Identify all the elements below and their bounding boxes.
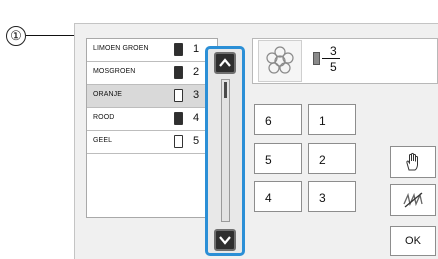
thread-color-list: LIMOEN GROEN 1 MOSGROEN 2 ORANJE 3 ROOD … — [86, 38, 218, 218]
total-colors-number: 5 — [330, 60, 337, 74]
thread-row[interactable]: LIMOEN GROEN 1 — [87, 39, 217, 62]
thread-color-name: ROOD — [93, 114, 115, 121]
hand-scroll-button[interactable] — [390, 146, 436, 178]
chevron-down-icon — [219, 236, 231, 245]
scrollbar-track[interactable] — [221, 79, 230, 222]
fraction-bar — [330, 58, 340, 59]
thread-row[interactable]: GEEL 5 — [87, 131, 217, 154]
thread-order-number: 4 — [193, 112, 200, 124]
thread-color-name: GEEL — [93, 137, 113, 144]
scrollbar-thumb[interactable] — [224, 82, 227, 98]
thread-row[interactable]: ROOD 4 — [87, 108, 217, 131]
order-button[interactable]: 3 — [308, 181, 356, 212]
chevron-up-icon — [219, 58, 231, 67]
current-color-number: 3 — [330, 44, 337, 58]
thread-row-selected[interactable]: ORANJE 3 — [87, 85, 217, 108]
hand-icon — [406, 152, 418, 171]
callout-number: ① — [6, 26, 26, 46]
thread-order-number: 1 — [193, 43, 200, 55]
thread-order-number: 2 — [193, 66, 200, 78]
order-button[interactable]: 1 — [308, 104, 356, 135]
scroll-down-button[interactable] — [214, 229, 236, 251]
order-button[interactable]: 2 — [308, 143, 356, 174]
thread-spool-icon — [174, 43, 183, 56]
thread-color-name: LIMOEN GROEN — [93, 45, 149, 52]
thread-spool-icon — [174, 112, 183, 125]
order-button[interactable]: 6 — [254, 104, 302, 135]
order-button[interactable]: 5 — [254, 143, 302, 174]
order-button[interactable]: 4 — [254, 181, 302, 212]
thread-color-name: MOSGROEN — [93, 68, 136, 75]
thread-order-number: 5 — [193, 135, 200, 147]
thread-order-number: 3 — [193, 89, 200, 101]
thread-row[interactable]: MOSGROEN 2 — [87, 62, 217, 85]
no-stitch-icon — [403, 192, 423, 208]
scroll-up-button[interactable] — [214, 52, 236, 74]
thread-spool-icon — [174, 89, 183, 102]
fraction-dash — [322, 58, 330, 59]
thread-color-name: ORANJE — [93, 91, 122, 98]
thread-spool-icon — [313, 52, 320, 65]
embroidery-pattern-thumbnail — [258, 40, 302, 82]
flower-pattern-icon — [266, 46, 294, 74]
ok-button[interactable]: OK — [390, 226, 436, 256]
thread-spool-icon — [174, 135, 183, 148]
thread-spool-icon — [174, 66, 183, 79]
no-stitch-button[interactable] — [390, 184, 436, 216]
